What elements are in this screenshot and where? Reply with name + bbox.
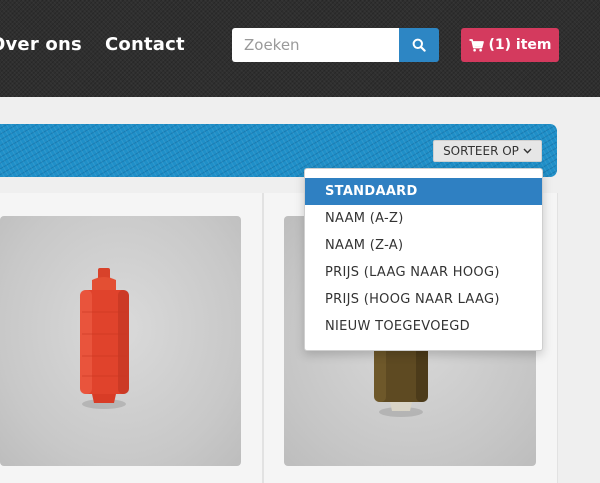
sort-option-prijs-hoog-laag[interactable]: PRIJS (HOOG NAAR LAAG) bbox=[305, 286, 542, 313]
search-icon bbox=[412, 38, 426, 52]
sort-option-standaard[interactable]: STANDAARD bbox=[305, 178, 542, 205]
sort-option-naam-z-a[interactable]: NAAM (Z-A) bbox=[305, 232, 542, 259]
red-thread-spool-icon bbox=[80, 268, 129, 409]
cart-label: (1) item bbox=[488, 37, 552, 53]
sort-menu: STANDAARD NAAM (A-Z) NAAM (Z-A) PRIJS (L… bbox=[304, 168, 543, 351]
search-input[interactable] bbox=[232, 28, 400, 62]
product-image-red-thread-spool[interactable] bbox=[0, 216, 241, 466]
sort-option-prijs-laag-hoog[interactable]: PRIJS (LAAG NAAR HOOG) bbox=[305, 259, 542, 286]
cart-icon bbox=[469, 38, 484, 51]
cart-button[interactable]: (1) item bbox=[461, 28, 559, 62]
sort-option-naam-a-z[interactable]: NAAM (A-Z) bbox=[305, 205, 542, 232]
search-button[interactable] bbox=[399, 28, 439, 62]
sort-dropdown-button[interactable]: SORTEER OP bbox=[433, 140, 542, 162]
site-header: Over ons Contact (1) item bbox=[0, 0, 600, 97]
sort-option-nieuw-toegevoegd[interactable]: NIEUW TOEGEVOEGD bbox=[305, 313, 542, 340]
sort-label: SORTEER OP bbox=[443, 144, 519, 158]
chevron-down-icon bbox=[523, 148, 532, 154]
nav-link-contact[interactable]: Contact bbox=[105, 34, 185, 55]
nav-link-over-ons[interactable]: Over ons bbox=[0, 34, 82, 55]
